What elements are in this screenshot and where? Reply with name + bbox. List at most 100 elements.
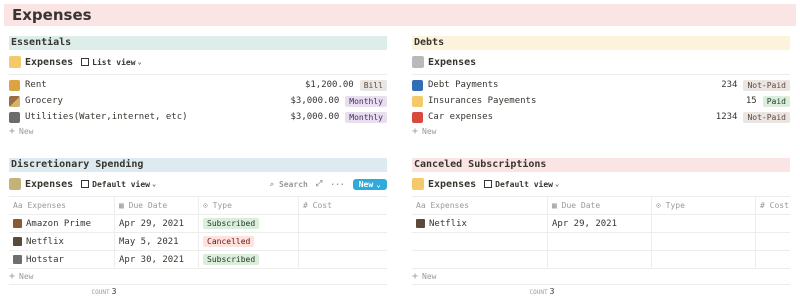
add-new-button[interactable]: + New [9,125,387,139]
add-new-button[interactable]: + New [9,269,387,285]
discretionary-table: Aa Expenses ▦ Due Date ⊙ Type # Cost Ama… [9,196,387,269]
cell-cost[interactable] [299,251,387,268]
cell-expense[interactable]: Netflix [412,215,548,232]
cell-expense[interactable]: Netflix [9,233,115,250]
list-item[interactable]: Utilities(Water,internet, etc) $3,000.00… [9,109,387,125]
money-with-wings-icon [9,56,21,68]
list-item[interactable]: Grocery $3,000.00 Monthly [9,93,387,109]
status-badge: Not-Paid [743,111,790,123]
column-header-cost[interactable]: # Cost [756,197,790,214]
table-row[interactable]: Netflix Apr 29, 2021 [412,215,790,233]
status-badge: Paid [762,95,790,107]
more-icon[interactable]: ··· [330,180,344,189]
cell-empty[interactable] [756,233,790,250]
chevron-down-icon: ⌄ [137,58,142,66]
search-icon: ⌕ [269,179,275,189]
discretionary-view-selector[interactable]: Default view ⌄ [81,180,156,189]
cell-due[interactable]: May 5, 2021 [115,233,199,250]
canceled-view-selector[interactable]: Default view ⌄ [484,180,559,189]
cell-empty[interactable] [756,251,790,268]
add-new-button[interactable]: + New [412,125,790,139]
cell-cost[interactable] [299,215,387,232]
discretionary-view-label: Default view [92,179,150,189]
column-header-type[interactable]: ⊙ Type [199,197,299,214]
column-header-cost[interactable]: # Cost [299,197,387,214]
column-header-type[interactable]: ⊙ Type [652,197,756,214]
cell-empty[interactable] [548,233,652,250]
canceled-db-title[interactable]: Expenses [428,179,476,190]
divider [9,74,387,75]
search-button[interactable]: ⌕ Search [269,180,308,189]
cell-cost[interactable] [299,233,387,250]
cell-text: May 5, 2021 [119,236,179,247]
money-with-wings-icon [9,178,21,190]
list-item[interactable]: Car expenses 1234 Not-Paid [412,109,790,125]
new-label: New [422,271,437,281]
canceled-view-label: Default view [495,179,553,189]
debts-db-header: Expenses [412,54,790,70]
column-header-due-date[interactable]: ▦ Due Date [115,197,199,214]
list-item[interactable]: Insurances Payements 15 Paid [412,93,790,109]
chevron-down-icon: ⌄ [554,180,560,188]
column-label: Cost [769,201,789,210]
cell-empty[interactable] [412,233,548,250]
table-header-row: Aa Expenses ▦ Due Date ⊙ Type # Cost [9,197,387,215]
list-item[interactable]: Debt Payments 234 Not-Paid [412,77,790,93]
column-header-due-date[interactable]: ▦ Due Date [548,197,652,214]
cell-empty[interactable] [652,233,756,250]
count-value: 3 [111,287,117,296]
cell-due[interactable]: Apr 30, 2021 [115,251,199,268]
debts-section: Debts Expenses Debt Payments 234 Not-Pai… [412,36,790,139]
cell-expense[interactable]: Amazon Prime [9,215,115,232]
number-icon: # [303,201,313,210]
list-view-icon [81,58,90,66]
plus-icon: + [9,126,16,137]
table-row[interactable]: Hotstar Apr 30, 2021 Subscribed [9,251,387,269]
plus-icon: + [412,126,419,137]
new-label: New [19,271,34,281]
cell-cost[interactable] [756,215,790,232]
cell-empty[interactable] [412,251,548,268]
cell-type[interactable]: Cancelled [199,233,299,250]
column-header-expenses[interactable]: Aa Expenses [9,197,115,214]
page-title: Expenses [4,4,796,26]
count-summary[interactable]: COUNT 3 [9,287,199,296]
count-summary[interactable]: COUNT 3 [412,287,672,296]
new-button[interactable]: New ⌄ [352,178,387,190]
column-header-expenses[interactable]: Aa Expenses [412,197,548,214]
new-label: New [19,127,34,136]
cell-due[interactable]: Apr 29, 2021 [548,215,652,232]
item-amount: $3,000.00 [290,96,340,106]
cell-type[interactable]: Subscribed [199,251,299,268]
status-badge: Cancelled [203,236,255,247]
plus-icon: + [9,270,16,282]
table-row-empty[interactable] [412,233,790,251]
table-row-empty[interactable] [412,251,790,269]
table-row[interactable]: Amazon Prime Apr 29, 2021 Subscribed [9,215,387,233]
status-badge: Monthly [345,111,387,123]
cell-empty[interactable] [548,251,652,268]
canceled-db-header: Expenses Default view ⌄ [412,176,790,192]
broom-icon [9,95,20,107]
expand-icon[interactable]: ⤢ [316,179,322,189]
cell-due[interactable]: Apr 29, 2021 [115,215,199,232]
canceled-table: Aa Expenses ▦ Due Date ⊙ Type # Cost Net… [412,196,790,269]
table-row[interactable]: Netflix May 5, 2021 Cancelled [9,233,387,251]
cell-type[interactable]: Subscribed [199,215,299,232]
search-label: Search [278,179,308,189]
essentials-section: Essentials Expenses List view ⌄ Rent $1,… [9,36,387,139]
list-item[interactable]: Rent $1,200.00 Bill [9,77,387,93]
cell-type[interactable] [652,215,756,232]
cell-empty[interactable] [652,251,756,268]
discretionary-db-title[interactable]: Expenses [25,179,73,190]
debts-db-title[interactable]: Expenses [428,57,476,68]
cell-text: Apr 29, 2021 [119,218,185,229]
cell-expense[interactable]: Hotstar [9,251,115,268]
table-view-icon [484,180,493,188]
count-label: COUNT [529,289,548,296]
essentials-view-selector[interactable]: List view ⌄ [81,58,142,67]
add-new-button[interactable]: + New [412,269,790,285]
essentials-db-title[interactable]: Expenses [25,57,73,68]
discretionary-heading: Discretionary Spending [9,158,387,172]
essentials-view-label: List view [92,57,136,67]
